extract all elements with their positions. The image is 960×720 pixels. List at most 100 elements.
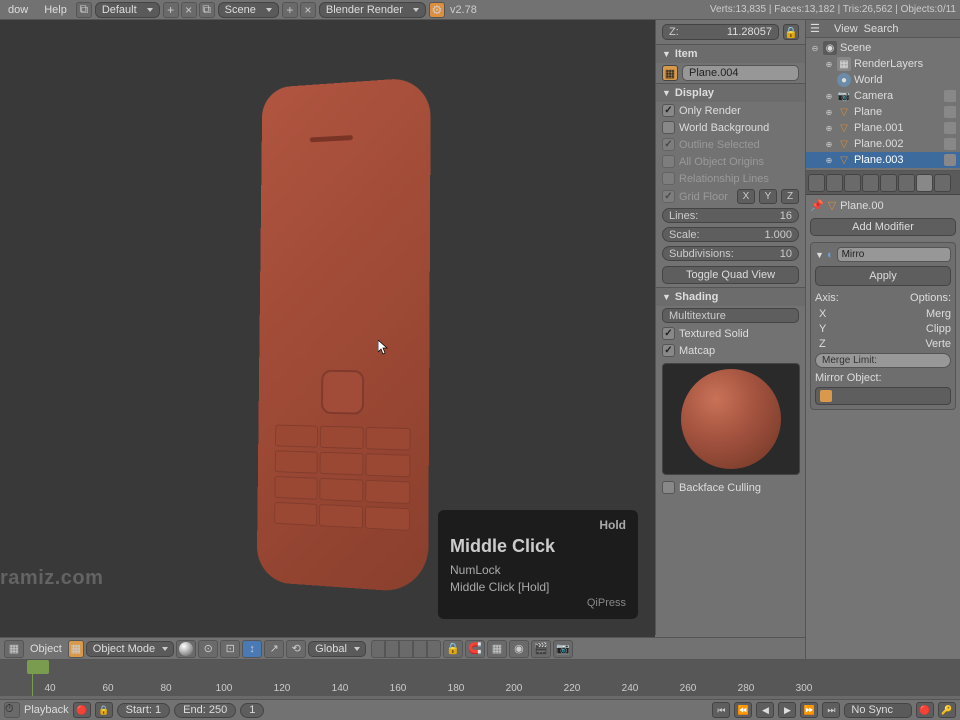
matcap-checkbox[interactable] [662,344,675,357]
modifier-name-field[interactable]: Mirro [837,247,951,262]
mirror-object-field[interactable] [815,387,951,405]
pivot-icon[interactable]: ⊙ [198,640,218,658]
translate-manip-icon[interactable]: ↗ [264,640,284,658]
tab-constraints-icon[interactable] [898,174,915,192]
outliner-plane002[interactable]: Plane.002 [854,138,940,150]
search-menu[interactable]: Search [864,23,899,35]
panel-shading-header[interactable]: ▼Shading [656,288,805,306]
panel-display-header[interactable]: ▼Display [656,84,805,102]
outliner[interactable]: ⊖◉Scene ⊕▦RenderLayers ●World ⊕📷Camera ⊕… [806,38,960,171]
tab-object-icon[interactable] [880,174,897,192]
play-reverse-icon[interactable]: ◀ [756,702,774,718]
restrict-icon[interactable] [944,138,956,150]
only-render-checkbox[interactable] [662,104,675,117]
back-to-prev-icon[interactable]: ⧉ [76,2,92,18]
layer-1-icon[interactable] [371,640,385,658]
all-origins-checkbox[interactable] [662,155,675,168]
outliner-world[interactable]: World [854,74,956,86]
outline-sel-checkbox[interactable] [662,138,675,151]
restrict-icon[interactable] [944,106,956,118]
scale-field[interactable]: Scale:1.000 [662,227,799,242]
snap-icon[interactable]: 🧲 [465,640,485,658]
add-layout-icon[interactable]: + [163,2,179,18]
render-preview-icon[interactable]: 🎬 [531,640,551,658]
menu-window[interactable]: dow [0,0,36,19]
rotate-manip-icon[interactable]: ⟲ [286,640,306,658]
pin-icon[interactable]: 📌 [810,199,824,212]
lock-time-icon[interactable]: 🔒 [95,702,113,718]
keying-set-icon[interactable]: 🔑 [938,702,956,718]
lock-camera-icon[interactable]: 🔒 [443,640,463,658]
collapse-icon[interactable]: ▼ [815,250,824,260]
end-frame-field[interactable]: End: 250 [174,703,236,718]
object-name-field[interactable]: Plane.004 [682,65,799,81]
proportional-icon[interactable]: ◉ [509,640,529,658]
current-frame-field[interactable]: 1 [240,703,264,718]
tab-scene-icon[interactable] [844,174,861,192]
grid-y-toggle[interactable]: Y [759,189,777,204]
layer-5-icon[interactable] [427,640,441,658]
object-menu[interactable]: Object [26,643,66,655]
editor-type-icon[interactable]: ⏱ [4,702,20,718]
restrict-icon[interactable] [944,154,956,166]
layer-2-icon[interactable] [385,640,399,658]
start-frame-field[interactable]: Start: 1 [117,703,170,718]
sync-dropdown[interactable]: No Sync [844,703,912,718]
lock-z-icon[interactable]: 🔒 [783,24,799,40]
remove-scene-icon[interactable]: × [300,2,316,18]
scene-dropdown[interactable]: Scene [218,2,279,18]
tab-modifiers-icon[interactable] [916,174,933,192]
layer-4-icon[interactable] [413,640,427,658]
outliner-plane001[interactable]: Plane.001 [854,122,940,134]
scene-browse-icon[interactable]: ⧉ [199,2,215,18]
jump-end-icon[interactable]: ⏭ [822,702,840,718]
screen-layout-dropdown[interactable]: Default [95,2,160,18]
timeline[interactable]: 40 60 80 100 120 140 160 180 200 220 240… [0,659,960,699]
restrict-view-icon[interactable] [944,90,956,102]
rel-lines-checkbox[interactable] [662,172,675,185]
toggle-quad-button[interactable]: Toggle Quad View [662,266,799,284]
lines-field[interactable]: Lines:16 [662,208,799,223]
timeline-ruler[interactable]: 40 60 80 100 120 140 160 180 200 220 240… [0,660,960,696]
view-menu[interactable]: View [834,23,858,35]
editor-type-icon[interactable]: ▦ [4,640,24,658]
orientation-dropdown[interactable]: Global [308,641,366,657]
render-anim-icon[interactable]: 📷 [553,640,573,658]
tab-data-icon[interactable] [934,174,951,192]
matcap-preview[interactable] [662,363,800,475]
playhead-marker[interactable] [32,660,33,696]
grid-floor-checkbox[interactable] [662,190,675,203]
backface-checkbox[interactable] [662,481,675,494]
transform-z-field[interactable]: Z: 11.28057 [662,24,779,40]
add-scene-icon[interactable]: + [282,2,298,18]
play-icon[interactable]: ▶ [778,702,796,718]
panel-item-header[interactable]: ▼Item [656,45,805,63]
outliner-plane[interactable]: Plane [854,106,940,118]
outliner-renderlayers[interactable]: RenderLayers [854,58,956,70]
tab-world-icon[interactable] [862,174,879,192]
layer-3-icon[interactable] [399,640,413,658]
pivot-align-icon[interactable]: ⊡ [220,640,240,658]
apply-button[interactable]: Apply [815,266,951,286]
auto-keying-icon[interactable]: 🔴 [916,702,934,718]
tab-renderlayers-icon[interactable] [826,174,843,192]
remove-layout-icon[interactable]: × [181,2,197,18]
subdiv-field[interactable]: Subdivisions:10 [662,246,799,261]
manipulator-icon[interactable]: ↕ [242,640,262,658]
textured-solid-checkbox[interactable] [662,327,675,340]
mesh-object-phone[interactable] [257,77,431,594]
prev-keyframe-icon[interactable]: ⏪ [734,702,752,718]
grid-z-toggle[interactable]: Z [781,189,799,204]
editor-type-icon[interactable]: ☰ [810,22,828,35]
outliner-scene[interactable]: Scene [840,42,956,54]
outliner-plane003[interactable]: Plane.003 [854,154,940,166]
add-modifier-button[interactable]: Add Modifier [810,218,956,236]
tab-render-icon[interactable] [808,174,825,192]
next-keyframe-icon[interactable]: ⏩ [800,702,818,718]
world-bg-checkbox[interactable] [662,121,675,134]
mode-dropdown[interactable]: Object Mode [86,641,174,657]
auto-keyframe-icon[interactable]: 🔴 [73,702,91,718]
3d-viewport[interactable]: ramiz.com Hold Middle Click NumLock Midd… [0,20,655,660]
jump-start-icon[interactable]: ⏮ [712,702,730,718]
shading-method-dropdown[interactable]: Multitexture [662,308,799,323]
